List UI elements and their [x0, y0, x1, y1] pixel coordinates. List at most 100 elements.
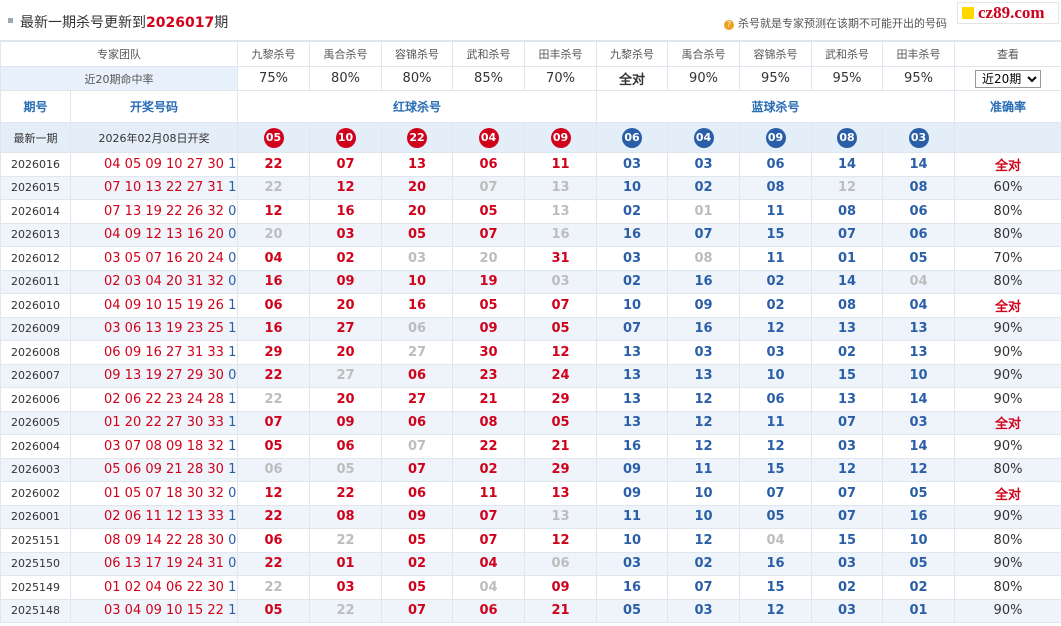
red-kill-number: 05 — [237, 598, 310, 623]
expert-name: 容锦杀号 — [739, 41, 812, 67]
red-kill-number: 20 — [237, 222, 310, 247]
column-header-row: 期号 开奖号码 红球杀号 蓝球杀号 准确率 — [0, 90, 1061, 123]
blue-kill-number: 03 — [882, 410, 955, 435]
blue-kill-number: 05 — [596, 598, 668, 623]
red-draw: 06 13 17 19 24 31 — [104, 556, 224, 572]
blue-kill-number: 03 — [811, 434, 883, 459]
red-draw: 07 10 13 22 27 31 — [104, 180, 224, 196]
blue-kill-number: 09 — [596, 481, 668, 506]
view-label: 查看 — [954, 41, 1061, 67]
row-issue: 2026008 — [0, 340, 71, 365]
row-issue: 2026003 — [0, 457, 71, 482]
red-ball: 22 — [407, 127, 427, 148]
red-kill-number: 07 — [452, 175, 525, 200]
red-kill-number: 16 — [524, 222, 597, 247]
period-select[interactable]: 近20期 — [975, 69, 1041, 88]
red-kill-number: 16 — [237, 269, 310, 294]
red-kill-number: 20 — [381, 199, 453, 224]
table-row: 202601304 09 12 13 16 20 012003050716160… — [0, 222, 1061, 247]
red-kill-number: 06 — [309, 434, 382, 459]
blue-kill-number: 07 — [811, 410, 883, 435]
blue-kill-number: 02 — [811, 575, 883, 600]
red-kill-number: 21 — [452, 387, 525, 412]
expert-hit-rate: 80% — [309, 66, 382, 91]
red-kill-number: 06 — [237, 528, 310, 553]
blue-kill-number: 16 — [596, 434, 668, 459]
red-kill-number: 20 — [309, 387, 382, 412]
table-row: 202515006 13 17 19 24 31 082201020406030… — [0, 551, 1061, 576]
blue-kill-number: 01 — [882, 598, 955, 623]
blue-draw: 02 — [228, 485, 237, 501]
row-draw-numbers: 04 09 10 15 19 26 12 — [70, 293, 238, 318]
red-kill-number: 13 — [524, 199, 597, 224]
blue-kill-number: 15 — [739, 222, 812, 247]
blue-kill-number: 13 — [882, 340, 955, 365]
blue-kill-number: 10 — [596, 175, 668, 200]
row-draw-numbers: 09 13 19 27 29 30 01 — [70, 363, 238, 388]
blue-draw: 10 — [228, 415, 237, 431]
latest-blue-kill: 08 — [811, 122, 883, 153]
question-icon: ? — [724, 20, 734, 30]
row-accuracy: 90% — [954, 387, 1061, 412]
blue-kill-number: 11 — [739, 199, 812, 224]
col-issue: 期号 — [0, 90, 71, 123]
table-row: 202600709 13 19 27 29 30 012227062324131… — [0, 363, 1061, 388]
row-draw-numbers: 03 06 13 19 23 25 10 — [70, 316, 238, 341]
period-select-cell: 近20期 — [954, 66, 1061, 91]
blue-kill-number: 03 — [667, 152, 740, 177]
col-red-kill: 红球杀号 — [237, 90, 597, 123]
red-kill-number: 19 — [452, 269, 525, 294]
red-draw: 04 09 12 13 16 20 — [104, 227, 224, 243]
red-kill-number: 01 — [309, 551, 382, 576]
blue-kill-number: 02 — [739, 269, 812, 294]
red-kill-number: 20 — [452, 246, 525, 271]
red-draw: 02 06 11 12 13 33 — [104, 509, 224, 525]
red-kill-number: 07 — [452, 528, 525, 553]
blue-kill-number: 01 — [811, 246, 883, 271]
red-kill-number: 11 — [524, 152, 597, 177]
expert-hit-rate: 95% — [739, 66, 812, 91]
row-draw-numbers: 07 10 13 22 27 31 12 — [70, 175, 238, 200]
red-kill-number: 12 — [237, 199, 310, 224]
blue-kill-number: 12 — [811, 457, 883, 482]
red-kill-number: 07 — [237, 410, 310, 435]
red-kill-number: 20 — [309, 293, 382, 318]
red-kill-number: 21 — [524, 434, 597, 459]
row-issue: 2026006 — [0, 387, 71, 412]
blue-kill-number: 14 — [882, 387, 955, 412]
red-kill-number: 02 — [381, 551, 453, 576]
expert-hit-rate: 80% — [381, 66, 453, 91]
blue-ball: 09 — [765, 127, 786, 148]
red-kill-number: 10 — [381, 269, 453, 294]
red-kill-number: 09 — [309, 269, 382, 294]
red-kill-number: 13 — [524, 481, 597, 506]
blue-kill-number: 02 — [739, 293, 812, 318]
red-kill-number: 12 — [524, 528, 597, 553]
blue-kill-number: 07 — [667, 222, 740, 247]
blue-draw: 04 — [228, 532, 237, 548]
blue-kill-number: 11 — [739, 410, 812, 435]
red-kill-number: 13 — [524, 504, 597, 529]
blue-kill-number: 10 — [882, 528, 955, 553]
blue-kill-number: 05 — [882, 551, 955, 576]
site-logo[interactable]: cz89.com — [957, 2, 1059, 24]
red-kill-number: 05 — [452, 199, 525, 224]
blue-draw: 01 — [228, 227, 237, 243]
red-kill-number: 16 — [309, 199, 382, 224]
blue-kill-number: 03 — [596, 246, 668, 271]
latest-red-kill: 05 — [237, 122, 310, 153]
latest-blue-kill: 03 — [882, 122, 955, 153]
blue-kill-number: 16 — [596, 575, 668, 600]
blue-kill-number: 16 — [739, 551, 812, 576]
row-issue: 2026013 — [0, 222, 71, 247]
latest-blue-kill: 06 — [596, 122, 668, 153]
red-kill-number: 09 — [452, 316, 525, 341]
red-kill-number: 06 — [237, 457, 310, 482]
blue-kill-number: 15 — [739, 457, 812, 482]
table-row: 202600305 06 09 21 28 30 160605070229091… — [0, 457, 1061, 482]
table-row: 202514901 02 04 06 22 30 102203050409160… — [0, 575, 1061, 600]
red-kill-number: 05 — [381, 528, 453, 553]
table-row: 202601203 05 07 16 20 24 080402032031030… — [0, 246, 1061, 271]
red-kill-number: 03 — [381, 246, 453, 271]
bullet-icon — [8, 18, 13, 23]
